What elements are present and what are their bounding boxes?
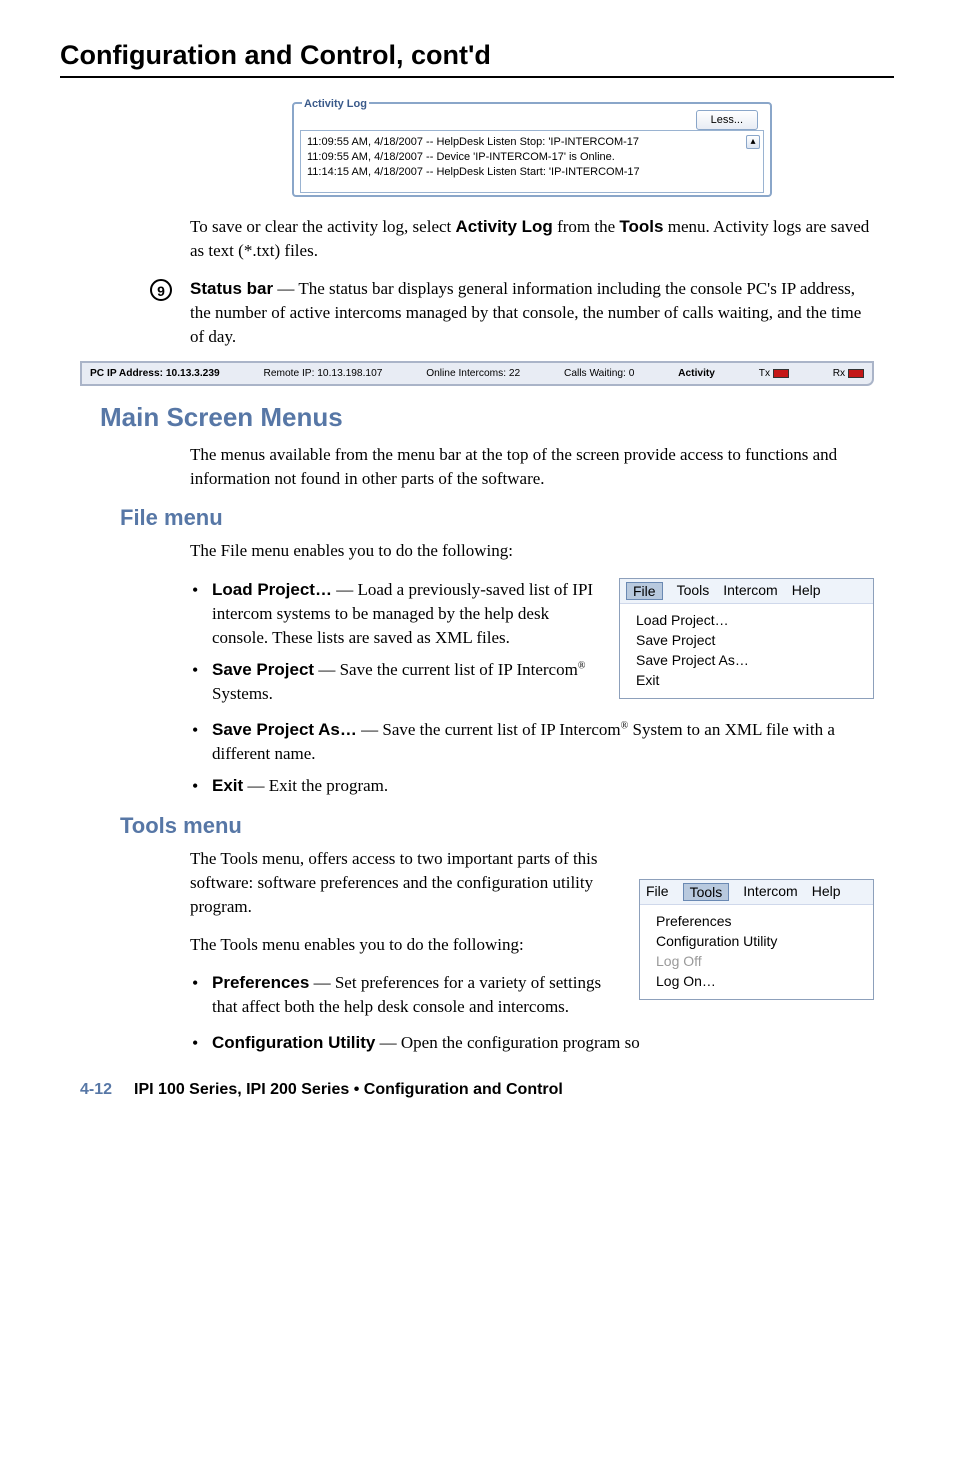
step-number: 9 [150, 279, 172, 301]
activity-log-term: Activity Log [456, 217, 553, 236]
calls-waiting: Calls Waiting: 0 [564, 368, 634, 379]
footer: 4-12 IPI 100 Series, IPI 200 Series • Con… [60, 1081, 894, 1099]
menubar-file[interactable]: File [646, 883, 669, 901]
save-clear-paragraph: To save or clear the activity log, selec… [190, 215, 874, 263]
file-menu-intro: The File menu enables you to do the foll… [190, 539, 874, 563]
tools-term: Tools [619, 217, 663, 236]
bullet-save-project-as: Save Project As… — Save the current list… [190, 718, 874, 766]
step-marker: 9 [150, 279, 172, 301]
online-intercoms: Online Intercoms: 22 [426, 368, 520, 379]
menu-item-preferences[interactable]: Preferences [656, 911, 859, 931]
pc-ip: PC IP Address: 10.13.3.239 [90, 368, 220, 379]
main-screen-paragraph: The menus available from the menu bar at… [190, 443, 874, 491]
page-title: Configuration and Control, cont'd [60, 40, 894, 78]
menubar-help[interactable]: Help [812, 883, 841, 901]
tx-indicator: Tx [759, 368, 789, 379]
bullet-config-utility: Configuration Utility — Open the configu… [190, 1031, 874, 1055]
bullet-save-project: Save Project — Save the current list of … [190, 658, 874, 706]
page-number: 4-12 [80, 1081, 112, 1098]
log-line: 11:14:15 AM, 4/18/2007 -- HelpDesk Liste… [307, 165, 759, 180]
remote-ip: Remote IP: 10.13.198.107 [263, 368, 382, 379]
menubar-tools[interactable]: Tools [683, 883, 730, 901]
less-button[interactable]: Less... [696, 110, 758, 130]
log-line: 11:09:55 AM, 4/18/2007 -- Device 'IP-INT… [307, 150, 759, 165]
menu-item-config-utility[interactable]: Configuration Utility [656, 931, 859, 951]
menubar-intercom[interactable]: Intercom [743, 883, 797, 901]
activity-log-panel: Activity Log Less... 11:09:55 AM, 4/18/2… [292, 102, 772, 197]
activity-label: Activity [678, 368, 715, 379]
bullet-preferences: Preferences — Set preferences for a vari… [190, 971, 874, 1019]
menubar: File Tools Intercom Help [640, 880, 873, 905]
bullet-exit: Exit — Exit the program. [190, 774, 874, 798]
scroll-up-icon[interactable]: ▴ [746, 135, 760, 149]
status-bar-screenshot: PC IP Address: 10.13.3.239 Remote IP: 10… [80, 361, 874, 386]
log-line: 11:09:55 AM, 4/18/2007 -- HelpDesk Liste… [307, 135, 759, 150]
status-bar-description: Status bar — The status bar displays gen… [190, 277, 874, 349]
tools-menu-heading: Tools menu [120, 813, 894, 839]
rx-led-icon [848, 369, 864, 378]
file-menu-heading: File menu [120, 505, 894, 531]
file-menu-bullets: Load Project… — Load a previously-saved … [190, 578, 874, 707]
tx-led-icon [773, 369, 789, 378]
rx-indicator: Rx [833, 368, 864, 379]
activity-log-title: Activity Log [302, 98, 369, 110]
main-screen-menus-heading: Main Screen Menus [100, 402, 894, 433]
tools-menu-bullets: Preferences — Set preferences for a vari… [190, 971, 874, 1019]
footer-title: IPI 100 Series, IPI 200 Series • Configu… [134, 1081, 563, 1098]
menu-item-log-off: Log Off [656, 951, 859, 971]
tools-menu-bullets-2: Configuration Utility — Open the configu… [190, 1031, 874, 1055]
bullet-load-project: Load Project… — Load a previously-saved … [190, 578, 874, 650]
log-lines: 11:09:55 AM, 4/18/2007 -- HelpDesk Liste… [300, 130, 764, 193]
file-menu-bullets-2: Save Project As… — Save the current list… [190, 718, 874, 798]
